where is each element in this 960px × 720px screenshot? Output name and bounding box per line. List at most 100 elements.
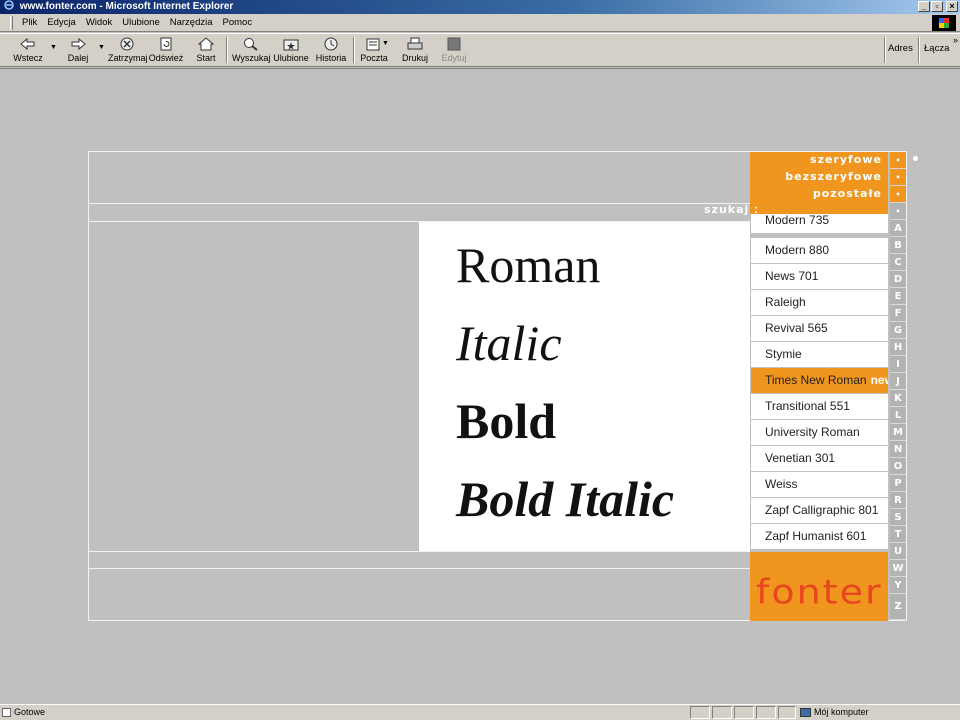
favorites-button[interactable]: Ulubione xyxy=(272,35,310,65)
status-panel xyxy=(734,706,754,719)
back-button[interactable]: Wstecz xyxy=(8,35,48,65)
alpha-letter-f[interactable]: F xyxy=(890,305,906,322)
status-bar: Gotowe Mój komputer xyxy=(0,704,960,720)
menu-help[interactable]: Pomoc xyxy=(218,17,258,28)
font-list-item[interactable]: Weiss xyxy=(751,472,888,497)
alpha-letter-w[interactable]: W xyxy=(890,560,906,577)
stop-label: Zatrzymaj xyxy=(108,53,148,63)
links-label[interactable]: Łącza xyxy=(924,43,949,54)
print-button[interactable]: Drukuj xyxy=(398,35,432,65)
alpha-letter-j[interactable]: J xyxy=(890,373,906,390)
menu-favorites[interactable]: Ulubione xyxy=(117,17,165,28)
menu-grip xyxy=(10,15,13,30)
fonter-logo[interactable]: fonter xyxy=(756,572,883,612)
alpha-letter-e[interactable]: E xyxy=(890,288,906,305)
windows-logo-icon xyxy=(932,15,956,31)
menu-edit[interactable]: Edycja xyxy=(42,17,81,28)
status-text: Gotowe xyxy=(14,707,46,717)
category-serif-link[interactable]: szeryfowe xyxy=(810,153,882,166)
alpha-letter-t[interactable]: T xyxy=(890,526,906,543)
alpha-dot[interactable]: • xyxy=(890,203,906,220)
font-list-item[interactable]: Stymie xyxy=(751,342,888,367)
menu-file[interactable]: Plik xyxy=(17,17,42,28)
back-dropdown-icon[interactable]: ▼ xyxy=(50,44,57,51)
font-list-item[interactable]: Venetian 301 xyxy=(751,446,888,471)
history-button[interactable]: Historia xyxy=(314,35,348,65)
history-icon xyxy=(322,36,340,52)
font-list-item[interactable]: News 701 xyxy=(751,264,888,289)
toolbar-separator xyxy=(226,37,228,63)
page-icon xyxy=(2,708,11,717)
new-badge: new xyxy=(870,373,888,387)
favorites-label: Ulubione xyxy=(273,53,309,63)
font-list[interactable]: Modern 735 Modern 880 News 701 Raleigh R… xyxy=(750,214,888,551)
forward-dropdown-icon[interactable]: ▼ xyxy=(98,44,105,51)
alpha-letter-u[interactable]: U xyxy=(890,543,906,560)
alpha-letter-z[interactable]: Z xyxy=(890,594,906,620)
alpha-letter-i[interactable]: I xyxy=(890,356,906,373)
menu-view[interactable]: Widok xyxy=(81,17,117,28)
alpha-letter-p[interactable]: P xyxy=(890,475,906,492)
alpha-letter-k[interactable]: K xyxy=(890,390,906,407)
font-list-item-active[interactable]: Times New Romannew xyxy=(751,368,888,393)
font-list-item[interactable]: Zapf Calligraphic 801 xyxy=(751,498,888,523)
frame-line xyxy=(88,151,89,621)
search-label[interactable]: szukaj xyxy=(704,203,749,216)
font-list-item[interactable]: Modern 735 xyxy=(751,214,888,233)
alpha-letter-o[interactable]: O xyxy=(890,458,906,475)
zone-text: Mój komputer xyxy=(814,707,869,717)
toolbar-separator xyxy=(353,37,355,63)
restore-button[interactable]: ▫ xyxy=(931,1,943,12)
font-list-item[interactable]: Revival 565 xyxy=(751,316,888,341)
alpha-dot[interactable]: • xyxy=(890,152,906,169)
alpha-letter-n[interactable]: N xyxy=(890,441,906,458)
status-panel xyxy=(778,706,796,719)
forward-label: Dalej xyxy=(67,53,89,63)
alpha-letter-a[interactable]: A xyxy=(890,220,906,237)
toolbar-separator xyxy=(884,37,886,63)
sample-bold-italic: Bold Italic xyxy=(456,471,675,527)
forward-arrow-icon xyxy=(69,36,87,52)
alpha-letter-h[interactable]: H xyxy=(890,339,906,356)
edit-button[interactable]: Edytuj xyxy=(438,35,470,65)
sample-bold: Bold xyxy=(456,393,557,449)
mail-dropdown-icon[interactable]: ▼ xyxy=(382,40,389,47)
status-panel xyxy=(756,706,776,719)
alpha-letter-s[interactable]: S xyxy=(890,509,906,526)
refresh-button[interactable]: Odśwież xyxy=(148,35,184,65)
menu-tools[interactable]: Narzędzia xyxy=(165,17,218,28)
category-other-link[interactable]: pozostałe xyxy=(813,187,882,200)
font-list-item[interactable]: Transitional 551 xyxy=(751,394,888,419)
search-button[interactable]: Wyszukaj xyxy=(232,35,270,65)
alpha-letter-b[interactable]: B xyxy=(890,237,906,254)
history-label: Historia xyxy=(315,53,347,63)
home-button[interactable]: Start xyxy=(190,35,222,65)
alpha-letter-r[interactable]: R xyxy=(890,492,906,509)
font-list-item[interactable]: Zapf Humanist 601 xyxy=(751,524,888,549)
toolbar: Wstecz ▼ Dalej ▼ Zatrzymaj Odśwież Start… xyxy=(0,33,960,67)
alpha-dot[interactable]: • xyxy=(890,186,906,203)
alpha-letter-d[interactable]: D xyxy=(890,271,906,288)
sample-roman: Roman xyxy=(456,237,601,293)
font-list-item[interactable]: Modern 880 xyxy=(751,238,888,263)
back-arrow-icon xyxy=(19,36,37,52)
alpha-letter-g[interactable]: G xyxy=(890,322,906,339)
alpha-dot[interactable]: • xyxy=(890,169,906,186)
address-label[interactable]: Adres xyxy=(888,43,913,54)
alpha-letter-m[interactable]: M xyxy=(890,424,906,441)
stop-button[interactable]: Zatrzymaj xyxy=(108,35,148,65)
font-list-item[interactable]: Raleigh xyxy=(751,290,888,315)
alpha-letter-c[interactable]: C xyxy=(890,254,906,271)
home-label: Start xyxy=(196,53,216,63)
search-icon xyxy=(242,36,260,52)
window-title: www.fonter.com - Microsoft Internet Expl… xyxy=(19,1,234,12)
frame-line xyxy=(906,151,907,621)
close-button[interactable]: × xyxy=(946,1,958,12)
minimize-button[interactable]: _ xyxy=(918,1,930,12)
font-list-item[interactable]: University Roman xyxy=(751,420,888,445)
category-sans-serif-link[interactable]: bezszeryfowe xyxy=(785,170,882,183)
alpha-letter-y[interactable]: Y xyxy=(890,577,906,594)
more-chevron-icon[interactable]: » xyxy=(953,35,958,45)
forward-button[interactable]: Dalej xyxy=(60,35,96,65)
alpha-letter-l[interactable]: L xyxy=(890,407,906,424)
